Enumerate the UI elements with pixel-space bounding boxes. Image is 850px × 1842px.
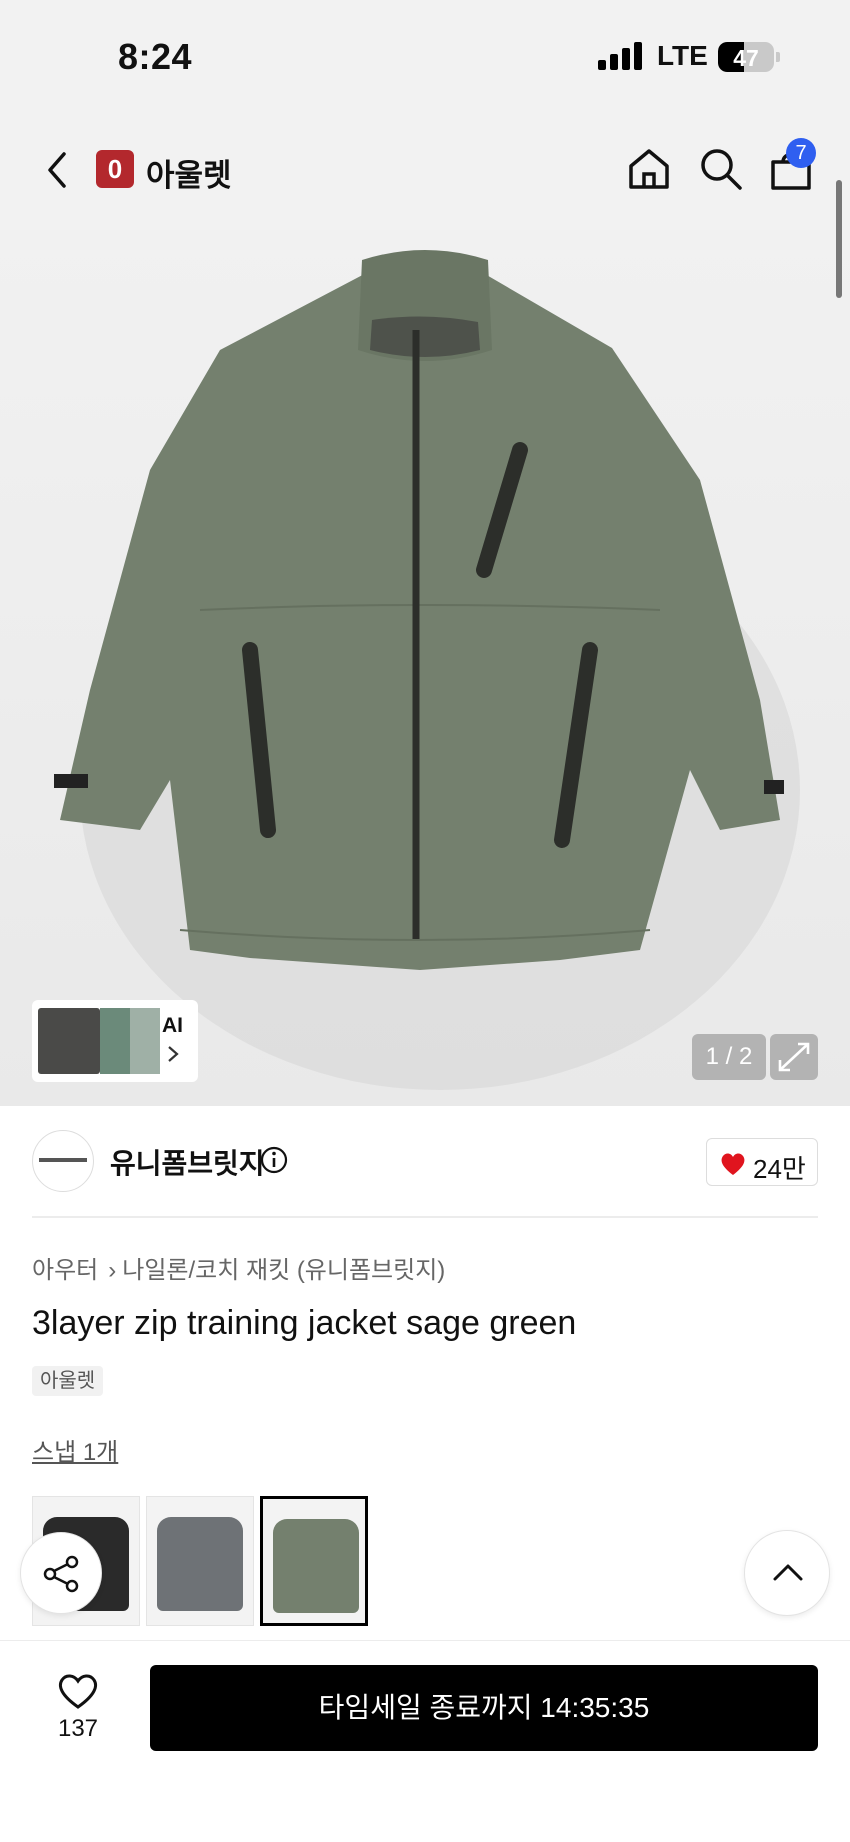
share-icon <box>43 1555 79 1593</box>
chevron-right-icon <box>168 1046 179 1062</box>
swatch-image <box>273 1519 359 1613</box>
battery-level: 47 <box>733 45 759 71</box>
info-icon[interactable] <box>260 1146 288 1174</box>
similar-thumb-3 <box>130 1008 160 1074</box>
breadcrumb-subcategory[interactable]: 나일론/코치 재킷 (유니폼브릿지) <box>122 1257 445 1284</box>
outlet-logo[interactable]: 0 <box>96 150 134 188</box>
search-icon[interactable] <box>698 146 744 192</box>
similar-thumb-1 <box>38 1008 100 1074</box>
brand-name[interactable]: 유니폼브릿지 <box>110 1142 265 1182</box>
breadcrumb-category[interactable]: 아우터 <box>32 1257 98 1284</box>
page-scrollbar[interactable] <box>836 180 842 298</box>
snap-link[interactable]: 스냅 1개 <box>32 1432 118 1467</box>
back-icon[interactable] <box>40 148 74 192</box>
divider <box>32 1216 818 1218</box>
expand-icon[interactable] <box>770 1034 818 1080</box>
bottom-action-bar: 137 타임세일 종료까지 14:35:35 <box>0 1640 850 1842</box>
scroll-to-top-button[interactable] <box>744 1530 830 1616</box>
jacket-image <box>54 250 800 1090</box>
signal-icon <box>598 42 644 70</box>
top-nav: 0 아울렛 7 <box>0 110 850 230</box>
outlet-tag: 아울렛 <box>32 1366 104 1396</box>
share-button[interactable] <box>20 1532 102 1614</box>
product-image[interactable]: AI 1 / 2 <box>0 230 850 1106</box>
cart-badge: 7 <box>786 138 816 168</box>
brand-avatar[interactable] <box>32 1130 94 1192</box>
wish-count: 137 <box>57 1715 99 1742</box>
breadcrumb: 아우터 › 나일론/코치 재킷 (유니폼브릿지) <box>32 1250 445 1285</box>
product-title: 3layer zip training jacket sage green <box>32 1304 577 1342</box>
home-icon[interactable] <box>626 146 672 192</box>
time-sale-button[interactable]: 타임세일 종료까지 14:35:35 <box>150 1665 818 1751</box>
brand-like-button[interactable]: 24만 <box>706 1138 818 1186</box>
color-option-gray[interactable] <box>146 1496 254 1626</box>
image-page-indicator: 1 / 2 <box>692 1034 766 1080</box>
network-label: LTE <box>657 40 708 71</box>
similar-thumb-2 <box>100 1008 130 1074</box>
brand-like-count: 24만 <box>753 1154 806 1184</box>
swatch-image <box>157 1517 243 1611</box>
status-time: 8:24 <box>118 36 193 77</box>
battery-icon: 47 <box>718 42 774 72</box>
heart-outline-icon[interactable] <box>56 1671 100 1711</box>
status-bar: 8:24 LTE 47 <box>0 0 850 110</box>
battery-cap <box>776 52 780 62</box>
chevron-right-icon: › <box>108 1257 117 1284</box>
ai-label: AI <box>162 1014 183 1037</box>
outlet-title[interactable]: 아울렛 <box>146 150 232 195</box>
heart-filled-icon <box>721 1153 745 1175</box>
color-option-sage-green[interactable] <box>260 1496 368 1626</box>
chevron-up-icon <box>773 1564 803 1581</box>
ai-similar-products[interactable]: AI <box>32 1000 198 1082</box>
